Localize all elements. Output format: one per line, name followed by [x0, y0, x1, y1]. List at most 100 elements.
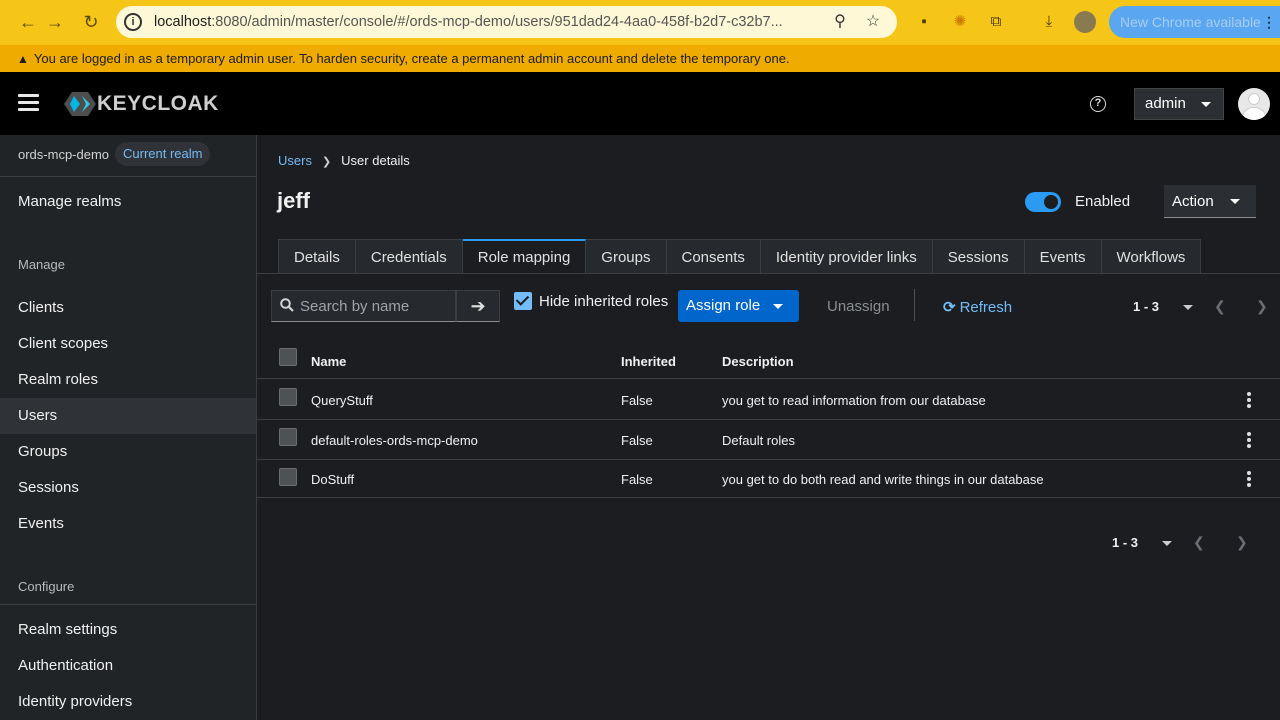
tab-credentials[interactable]: Credentials [355, 239, 463, 274]
search-input[interactable] [300, 291, 450, 321]
tab-sessions[interactable]: Sessions [932, 239, 1025, 274]
tab-identity-provider-links[interactable]: Identity provider links [760, 239, 933, 274]
manage-realms-link[interactable]: Manage realms [0, 184, 256, 220]
realm-name: ords-mcp-demo [18, 147, 110, 162]
kebab-menu-icon[interactable] [1245, 432, 1253, 448]
footer-pagination-toggle[interactable]: 1 - 3 [1112, 535, 1173, 550]
zoom-search-icon[interactable]: ⚲ [829, 11, 851, 33]
footer-pagination-range: 1 - 3 [1112, 535, 1139, 550]
temporary-admin-banner: ▲ You are logged in as a temporary admin … [0, 45, 1280, 72]
download-icon[interactable]: ⤓ [1038, 11, 1060, 33]
menu-dots-icon[interactable]: ⋮ [1262, 6, 1276, 38]
breadcrumb: Users ❯ User details [278, 153, 410, 168]
refresh-button[interactable]: ⟳ Refresh [943, 298, 1012, 316]
table-row: default-roles-ords-mcp-demo False Defaul… [257, 420, 1280, 460]
column-description: Description [722, 354, 794, 369]
hamburger-menu-icon[interactable] [18, 94, 39, 112]
tab-groups[interactable]: Groups [586, 239, 667, 274]
footer-previous-page-icon[interactable]: ❮ [1193, 534, 1205, 551]
sidebar-item-clients[interactable]: Clients [0, 290, 256, 326]
sidebar-item-users[interactable]: Users [0, 398, 256, 434]
hide-inherited-label: Hide inherited roles [539, 293, 669, 310]
avatar[interactable] [1238, 88, 1270, 120]
row-checkbox[interactable] [279, 468, 297, 486]
tab-details[interactable]: Details [278, 239, 356, 274]
hide-inherited-checkbox[interactable] [514, 292, 532, 310]
user-dropdown[interactable]: admin [1134, 88, 1224, 120]
caret-down-icon [1183, 305, 1194, 311]
configure-section-title: Configure [18, 579, 75, 594]
toolbar-divider [914, 289, 915, 321]
tab-events[interactable]: Events [1024, 239, 1102, 274]
logo-text: KEYCLOAK [97, 92, 219, 115]
enabled-toggle[interactable] [1025, 192, 1061, 212]
column-name[interactable]: Name [311, 354, 346, 369]
help-icon[interactable]: ? [1090, 96, 1106, 112]
role-name: DoStuff [311, 472, 355, 487]
action-dropdown[interactable]: Action [1164, 185, 1256, 218]
sidebar-item-groups[interactable]: Groups [0, 434, 256, 470]
url-text[interactable]: localhost:8080/admin/master/console/#/or… [154, 14, 824, 30]
site-info-icon[interactable]: i [124, 13, 142, 31]
column-inherited: Inherited [621, 354, 676, 369]
profile-icon[interactable] [1074, 11, 1096, 33]
puzzle-extensions-icon[interactable]: ⧉ [985, 11, 1007, 33]
kebab-menu-icon[interactable] [1245, 471, 1253, 487]
sidebar-item-events[interactable]: Events [0, 506, 256, 542]
realm-selector[interactable]: ords-mcp-demo Current realm [0, 135, 256, 177]
role-description: you get to do both read and write things… [722, 472, 1044, 487]
sidebar-item-authentication[interactable]: Authentication [0, 648, 256, 684]
row-checkbox[interactable] [279, 428, 297, 446]
unassign-button[interactable]: Unassign [827, 298, 890, 315]
warning-icon: ▲ [17, 52, 29, 66]
refresh-icon: ⟳ [943, 299, 956, 316]
url-host: localhost [154, 14, 212, 30]
sidebar-item-realm-settings[interactable]: Realm settings [0, 612, 256, 648]
forward-arrow-icon[interactable]: → [43, 10, 67, 34]
assign-role-button[interactable]: Assign role [678, 290, 799, 322]
caret-down-icon[interactable] [773, 304, 783, 309]
role-inherited: False [621, 472, 653, 487]
table-row: QueryStuff False you get to read informa… [257, 380, 1280, 420]
back-arrow-icon[interactable]: ← [16, 10, 40, 34]
footer-next-page-icon[interactable]: ❯ [1236, 534, 1248, 551]
action-label: Action [1172, 193, 1214, 210]
sidebar-item-realm-roles[interactable]: Realm roles [0, 362, 256, 398]
sidebar: ords-mcp-demo Current realm Manage realm… [0, 135, 257, 720]
tab-workflows[interactable]: Workflows [1101, 239, 1202, 274]
sun-extension-icon[interactable]: ✺ [949, 11, 971, 33]
pagination-range: 1 - 3 [1133, 299, 1160, 314]
role-name: default-roles-ords-mcp-demo [311, 433, 478, 448]
extension-icon[interactable]: ▪ [913, 11, 935, 33]
caret-down-icon [1162, 541, 1173, 547]
table-row: DoStuff False you get to do both read an… [257, 460, 1280, 498]
url-path: :8080/admin/master/console/#/ords-mcp-de… [211, 14, 783, 30]
search-submit-button[interactable]: ➔ [456, 290, 500, 322]
pagination-toggle[interactable]: 1 - 3 [1133, 299, 1194, 314]
caret-down-icon [1201, 102, 1211, 107]
user-label: admin [1145, 95, 1186, 112]
breadcrumb-users-link[interactable]: Users [278, 153, 312, 168]
previous-page-icon[interactable]: ❮ [1214, 298, 1226, 315]
tab-role-mapping[interactable]: Role mapping [462, 239, 587, 274]
chrome-update-button[interactable]: New Chrome available ⋮ [1109, 6, 1280, 38]
row-checkbox[interactable] [279, 388, 297, 406]
current-realm-badge: Current realm [115, 142, 211, 166]
address-bar[interactable]: i localhost:8080/admin/master/console/#/… [116, 6, 897, 38]
sidebar-item-client-scopes[interactable]: Client scopes [0, 326, 256, 362]
keycloak-logo[interactable]: KEYCLOAK [64, 90, 219, 118]
search-field[interactable] [271, 290, 456, 322]
role-description: Default roles [722, 433, 795, 448]
select-all-checkbox[interactable] [279, 348, 297, 366]
update-label: New Chrome available [1120, 14, 1261, 30]
tabs-divider [257, 273, 1280, 274]
sidebar-item-sessions[interactable]: Sessions [0, 470, 256, 506]
bookmark-star-icon[interactable]: ☆ [862, 11, 884, 33]
page-title: jeff [277, 188, 310, 213]
reload-icon[interactable]: ↻ [79, 10, 103, 34]
sidebar-item-identity-providers[interactable]: Identity providers [0, 684, 256, 720]
kebab-menu-icon[interactable] [1245, 392, 1253, 408]
main-content: Users ❯ User details jeff Enabled Action D… [257, 135, 1280, 720]
next-page-icon[interactable]: ❯ [1256, 298, 1268, 315]
tab-consents[interactable]: Consents [666, 239, 761, 274]
